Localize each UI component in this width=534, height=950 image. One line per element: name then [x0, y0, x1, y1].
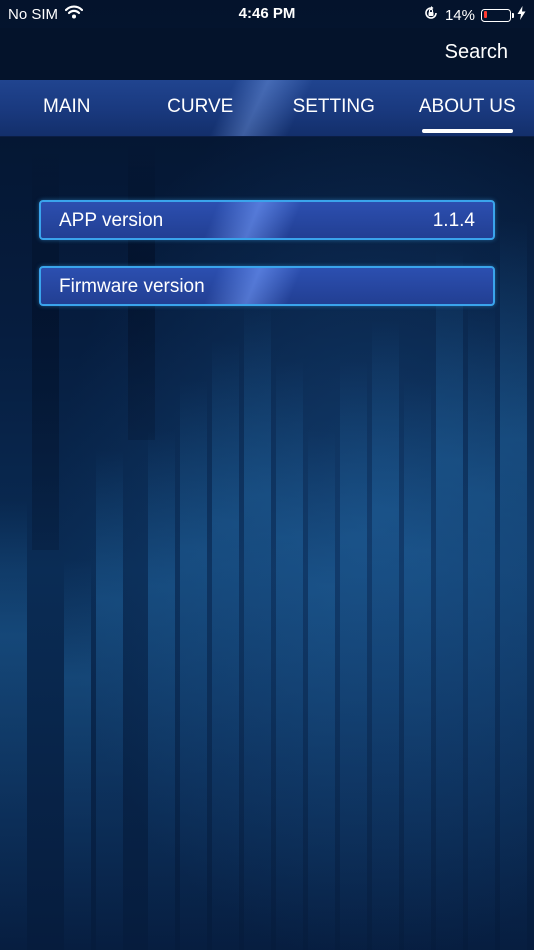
firmware-version-row: Firmware version [39, 266, 495, 306]
battery-icon [481, 8, 514, 22]
tab-main-label: MAIN [43, 96, 91, 117]
tab-curve[interactable]: CURVE [134, 80, 268, 136]
search-button[interactable]: Search [445, 41, 508, 64]
orientation-lock-icon [423, 5, 439, 25]
status-bar: No SIM 4:46 PM 14% [0, 0, 534, 28]
battery-percent: 14% [444, 6, 475, 24]
tab-bar: MAIN CURVE SETTING ABOUT US [0, 80, 534, 137]
tab-about-us[interactable]: ABOUT US [401, 80, 534, 136]
battery-level [483, 11, 487, 18]
charging-bolt-icon [517, 6, 526, 24]
tab-about-us-label: ABOUT US [418, 96, 516, 117]
firmware-version-label: Firmware version [59, 276, 205, 297]
tab-main[interactable]: MAIN [0, 80, 134, 136]
tab-curve-label: CURVE [167, 96, 234, 117]
equalizer-background [0, 0, 534, 950]
app-version-value: 1.1.4 [432, 210, 475, 231]
app-version-label: APP version [59, 210, 164, 231]
app-version-row: APP version 1.1.4 [39, 200, 495, 240]
active-tab-indicator [421, 129, 513, 133]
nav-header: Search [0, 28, 534, 80]
tab-setting[interactable]: SETTING [267, 80, 401, 136]
tab-setting-label: SETTING [292, 96, 375, 117]
